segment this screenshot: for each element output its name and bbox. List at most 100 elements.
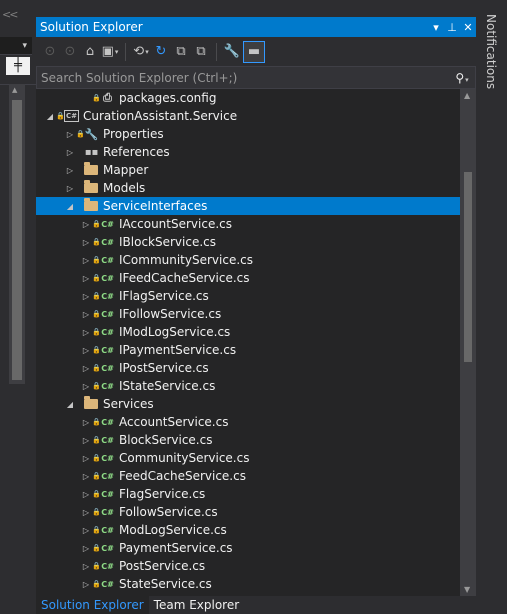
tree-scrollbar-thumb[interactable] bbox=[464, 172, 472, 362]
expand-arrow-icon[interactable]: ▷ bbox=[64, 161, 76, 179]
tree-item[interactable]: ▷ 🔒 C# IFeedCacheService.cs bbox=[36, 269, 460, 287]
editor-scrollbar-thumb[interactable] bbox=[12, 100, 22, 380]
expand-arrow-icon[interactable]: ▷ bbox=[64, 143, 76, 161]
tree-item[interactable]: ▷ 🔒 C# IFollowService.cs bbox=[36, 305, 460, 323]
search-box[interactable]: ⚲▾ bbox=[36, 66, 476, 89]
collapse-arrow-icon[interactable]: ◢ bbox=[64, 197, 76, 215]
home-icon[interactable]: ⌂ bbox=[81, 41, 99, 63]
tree-item-label: FollowService.cs bbox=[119, 505, 218, 519]
tree-item[interactable]: ▷ 🔒 C# AccountService.cs bbox=[36, 413, 460, 431]
tree-item[interactable]: ▷ 🔒 C# ICommunityService.cs bbox=[36, 251, 460, 269]
tree-item[interactable]: ▷ 🔒 C# PostService.cs bbox=[36, 557, 460, 575]
expand-arrow-icon[interactable]: ▷ bbox=[80, 521, 92, 539]
expand-arrow-icon[interactable]: ▷ bbox=[80, 413, 92, 431]
expand-arrow-icon[interactable]: ▷ bbox=[80, 485, 92, 503]
expand-arrow-icon[interactable]: ▷ bbox=[80, 503, 92, 521]
expand-arrow-icon[interactable]: ▷ bbox=[80, 305, 92, 323]
close-icon[interactable]: ✕ bbox=[460, 21, 476, 34]
preview-selected-items-icon[interactable]: ▬ bbox=[243, 40, 265, 63]
tree-item[interactable]: ▷ 🔒 C# StateService.cs bbox=[36, 575, 460, 593]
tree-item-label: ModLogService.cs bbox=[119, 523, 227, 537]
tree-item[interactable]: ▷ 🔒 C# IModLogService.cs bbox=[36, 323, 460, 341]
expand-arrow-icon[interactable]: ▷ bbox=[80, 557, 92, 575]
tree-item[interactable]: ◢ 🔒 C# CurationAssistant.Service bbox=[36, 107, 460, 125]
tree-item[interactable]: ▷ 🔒 C# IPostService.cs bbox=[36, 359, 460, 377]
tree-item-label: Models bbox=[103, 181, 146, 195]
tab-team-explorer[interactable]: Team Explorer bbox=[149, 596, 245, 614]
tree-item[interactable]: ▷ 🔒 C# IBlockService.cs bbox=[36, 233, 460, 251]
expand-arrow-icon[interactable]: ▷ bbox=[80, 359, 92, 377]
expand-arrow-icon[interactable]: ▷ bbox=[80, 215, 92, 233]
expand-arrow-icon[interactable]: ▷ bbox=[80, 431, 92, 449]
expand-arrow-icon[interactable]: ▷ bbox=[80, 341, 92, 359]
expand-arrow-icon[interactable]: ▷ bbox=[80, 287, 92, 305]
tree-item[interactable]: ▷ 🔒 C# PaymentService.cs bbox=[36, 539, 460, 557]
sync-with-active-document-icon[interactable]: ↻ bbox=[152, 41, 170, 63]
tree-item[interactable]: ▷ 🔒 C# IPaymentService.cs bbox=[36, 341, 460, 359]
tree-item[interactable]: ▷ ▪▪ References bbox=[36, 143, 460, 161]
forward-icon[interactable]: ⊙ bbox=[61, 41, 79, 63]
expand-arrow-icon[interactable]: ▷ bbox=[80, 251, 92, 269]
csharp-file-icon: C# bbox=[101, 345, 114, 355]
scroll-down-icon[interactable]: ▼ bbox=[464, 585, 470, 594]
tree-item[interactable]: ◢ Services bbox=[36, 395, 460, 413]
scroll-up-icon[interactable]: ▲ bbox=[12, 86, 17, 94]
tree-item[interactable]: 🔒 ⎙ packages.config bbox=[36, 89, 460, 107]
expand-arrow-icon[interactable]: ▷ bbox=[80, 323, 92, 341]
chevron-down-icon[interactable]: ▾ bbox=[465, 76, 469, 84]
window-position-dropdown-icon[interactable]: ▾ bbox=[428, 21, 444, 34]
tree-item[interactable]: ▷ Mapper bbox=[36, 161, 460, 179]
tree-item[interactable]: ◢ ServiceInterfaces bbox=[36, 197, 460, 215]
tree-item-label: ServiceInterfaces bbox=[103, 199, 208, 213]
tree-item[interactable]: ▷ 🔒 C# BlockService.cs bbox=[36, 431, 460, 449]
expand-arrow-icon[interactable]: ▷ bbox=[80, 377, 92, 395]
panel-titlebar[interactable]: Solution Explorer ▾ ⊥ ✕ bbox=[36, 17, 476, 37]
notifications-tab[interactable]: Notifications bbox=[484, 14, 498, 89]
lock-icon: 🔒 bbox=[92, 418, 101, 426]
tree-item[interactable]: ▷ 🔒 C# FlagService.cs bbox=[36, 485, 460, 503]
expand-arrow-icon[interactable]: ▷ bbox=[80, 269, 92, 287]
csharp-file-icon: C# bbox=[101, 219, 114, 229]
chevron-down-icon[interactable]: ▾ bbox=[145, 48, 149, 56]
show-all-files-icon[interactable]: ⧉ bbox=[192, 41, 210, 63]
expand-arrow-icon[interactable]: ▷ bbox=[80, 539, 92, 557]
tree-item[interactable]: ▷ 🔒 C# FollowService.cs bbox=[36, 503, 460, 521]
lock-icon: 🔒 bbox=[76, 130, 85, 138]
split-window-icon[interactable]: ╪ bbox=[6, 57, 30, 75]
pin-icon[interactable]: ⊥ bbox=[444, 21, 460, 34]
pending-changes-filter-icon[interactable]: ⟲ ▾ bbox=[132, 41, 150, 63]
collapse-arrow-icon[interactable]: ◢ bbox=[64, 395, 76, 413]
tree-item-label: PostService.cs bbox=[119, 559, 206, 573]
expand-arrow-icon[interactable]: ▷ bbox=[80, 233, 92, 251]
scroll-up-icon[interactable]: ▲ bbox=[464, 91, 470, 100]
tree-item[interactable]: ▷ 🔒 🔧 Properties bbox=[36, 125, 460, 143]
tree-scrollbar[interactable]: ▲ ▼ bbox=[460, 89, 476, 596]
tree-item[interactable]: ▷ Models bbox=[36, 179, 460, 197]
search-input[interactable] bbox=[41, 70, 449, 85]
tree-item[interactable]: ▷ 🔒 C# IStateService.cs bbox=[36, 377, 460, 395]
switch-views-icon[interactable]: ▣ ▾ bbox=[101, 41, 119, 63]
search-icon[interactable]: ⚲▾ bbox=[449, 71, 475, 85]
folder-icon bbox=[84, 396, 98, 409]
editor-dropdown[interactable]: ▾ bbox=[0, 37, 32, 55]
tab-solution-explorer[interactable]: Solution Explorer bbox=[36, 596, 149, 614]
tree-item[interactable]: ▷ 🔒 C# CommunityService.cs bbox=[36, 449, 460, 467]
tree-item[interactable]: ▷ 🔒 C# ModLogService.cs bbox=[36, 521, 460, 539]
chevron-left-icon[interactable]: << bbox=[2, 8, 19, 21]
tree-item[interactable]: ▷ 🔒 C# FeedCacheService.cs bbox=[36, 467, 460, 485]
expand-arrow-icon[interactable]: ▷ bbox=[80, 575, 92, 593]
expand-arrow-icon[interactable]: ▷ bbox=[80, 467, 92, 485]
solution-explorer-toolbar: ⊙ ⊙ ⌂ ▣ ▾ ⟲ ▾ ↻ ⧉ ⧉ 🔧 ▬ bbox=[36, 37, 476, 66]
solution-explorer-panel: Solution Explorer ▾ ⊥ ✕ ⊙ ⊙ ⌂ ▣ ▾ ⟲ ▾ ↻ ⧉ … bbox=[36, 17, 476, 614]
collapse-arrow-icon[interactable]: ◢ bbox=[44, 107, 56, 125]
tree-item[interactable]: ▷ 🔒 C# IAccountService.cs bbox=[36, 215, 460, 233]
collapse-all-icon[interactable]: ⧉ bbox=[172, 41, 190, 63]
properties-wrench-icon[interactable]: 🔧 bbox=[223, 41, 241, 63]
expand-arrow-icon[interactable]: ▷ bbox=[64, 125, 76, 143]
expand-arrow-icon[interactable]: ▷ bbox=[80, 449, 92, 467]
chevron-down-icon[interactable]: ▾ bbox=[115, 48, 119, 56]
back-icon[interactable]: ⊙ bbox=[41, 41, 59, 63]
expand-arrow-icon[interactable]: ▷ bbox=[64, 179, 76, 197]
lock-icon: 🔒 bbox=[92, 562, 101, 570]
tree-item[interactable]: ▷ 🔒 C# IFlagService.cs bbox=[36, 287, 460, 305]
